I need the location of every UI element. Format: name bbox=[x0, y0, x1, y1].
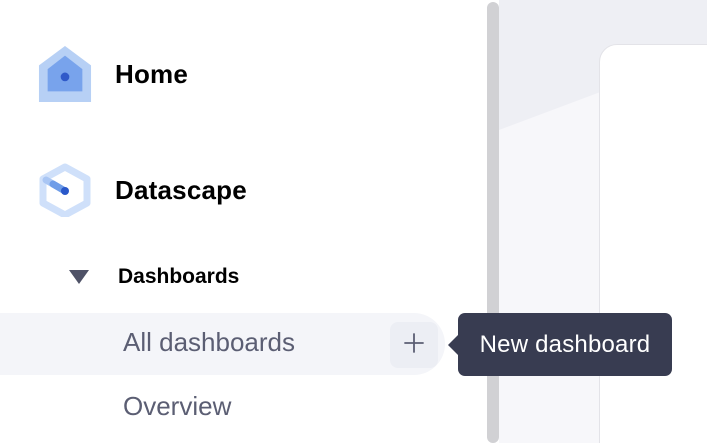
datascape-logo-icon bbox=[38, 163, 92, 217]
add-dashboard-button[interactable] bbox=[390, 322, 438, 368]
tooltip-text: New dashboard bbox=[479, 330, 651, 358]
plus-icon bbox=[403, 332, 425, 359]
home-icon bbox=[38, 46, 92, 102]
content-card bbox=[599, 44, 707, 443]
tooltip-arrow bbox=[448, 335, 458, 355]
sidebar-scrollbar[interactable] bbox=[487, 2, 499, 443]
sidebar-app-datascape[interactable]: Datascape bbox=[38, 160, 247, 220]
sidebar-app-home[interactable]: Home bbox=[38, 44, 188, 104]
section-dashboards[interactable]: Dashboards bbox=[68, 260, 239, 294]
tooltip-new-dashboard: New dashboard bbox=[448, 313, 672, 376]
app-label-home: Home bbox=[115, 58, 189, 89]
main-content bbox=[499, 0, 707, 443]
caret-down-icon[interactable] bbox=[68, 267, 90, 287]
section-label-dashboards: Dashboards bbox=[118, 265, 240, 288]
sidebar-item-overview[interactable]: Overview bbox=[123, 391, 231, 422]
app-label-datascape: Datascape bbox=[115, 174, 247, 205]
sidebar: Home Datascape Dashboards All dashboards bbox=[0, 0, 487, 443]
sidebar-item-all-dashboards[interactable]: All dashboards bbox=[123, 327, 295, 358]
